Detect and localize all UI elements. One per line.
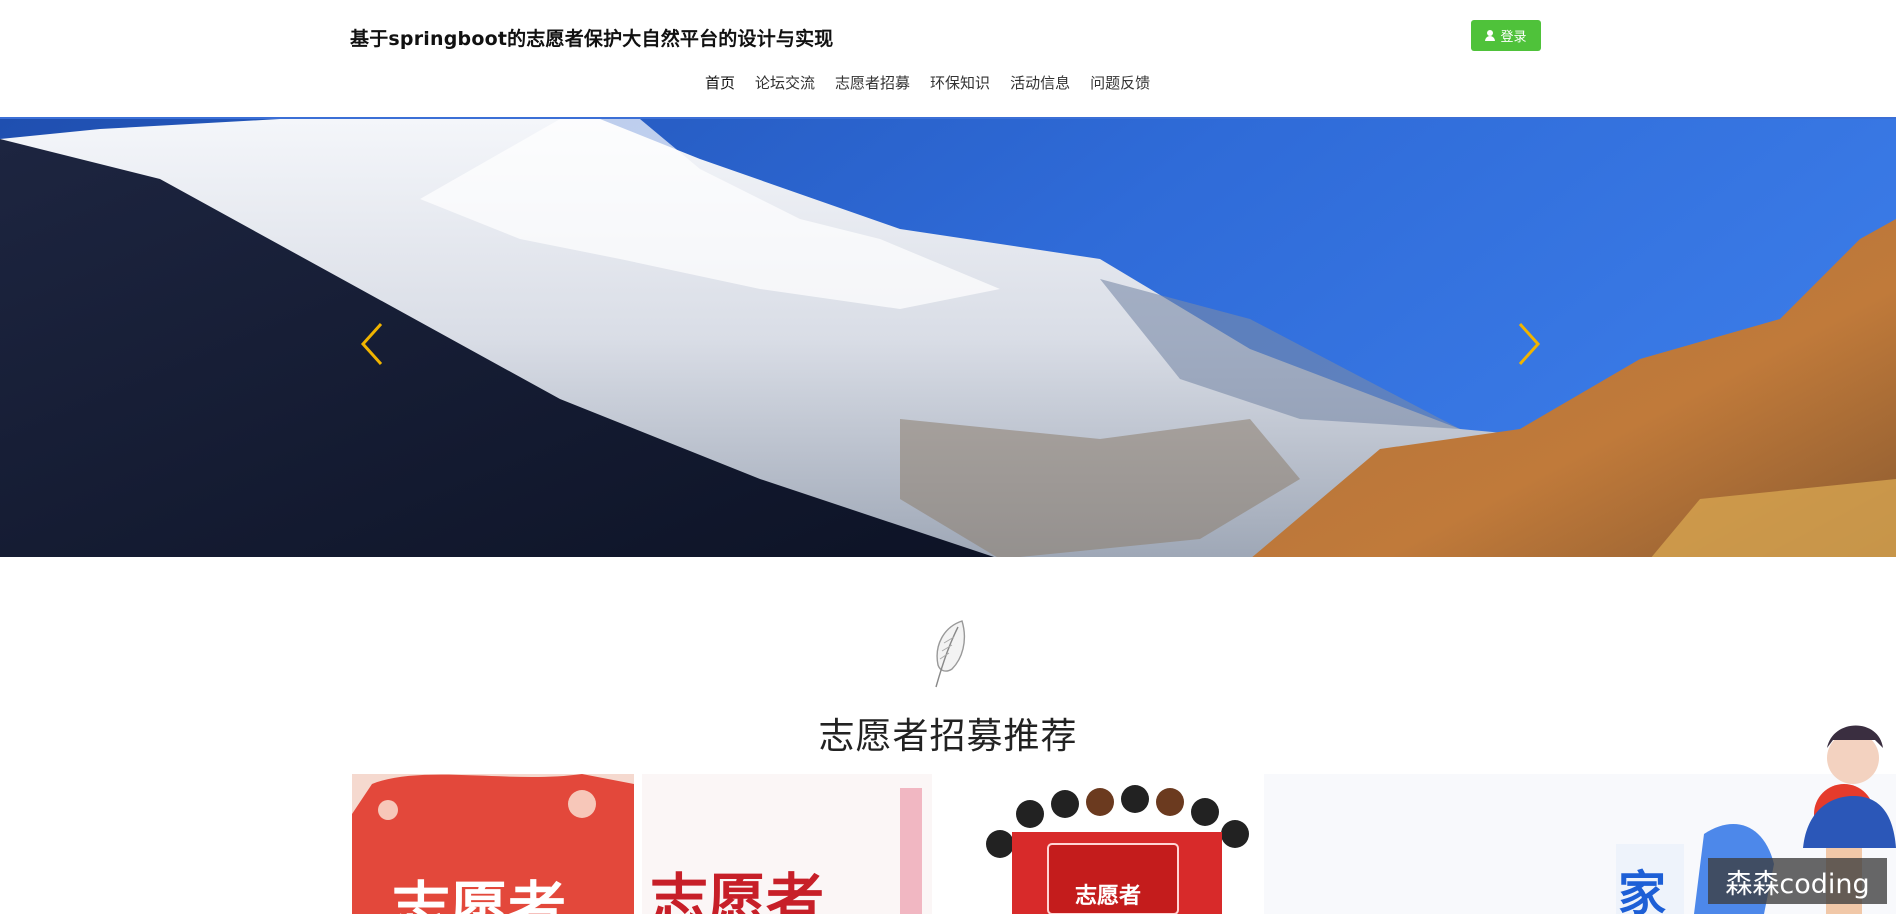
recommend-card[interactable]: 志愿者 — [642, 774, 932, 914]
card-text: 志愿者 — [650, 867, 825, 914]
card-text: 志愿者 — [1075, 883, 1142, 909]
recommend-card-list: 志愿者 志愿者 志愿者 家 — [352, 774, 1896, 914]
nav-item-activity-info[interactable]: 活动信息 — [1010, 70, 1070, 95]
chevron-right-icon[interactable] — [1506, 314, 1546, 374]
site-title: 基于springboot的志愿者保护大自然平台的设计与实现 — [350, 28, 834, 50]
banner-carousel[interactable] — [0, 117, 1896, 557]
section-title: 志愿者招募推荐 — [818, 716, 1078, 757]
login-button[interactable]: 登录 — [1471, 20, 1541, 51]
feather-icon — [935, 620, 966, 688]
recommend-card[interactable]: 志愿者 — [352, 774, 634, 914]
top-header: 基于springboot的志愿者保护大自然平台的设计与实现 登录 首页 论坛交流… — [0, 0, 1896, 117]
nav-item-eco-knowledge[interactable]: 环保知识 — [930, 70, 990, 95]
nav-item-volunteer-recruit[interactable]: 志愿者招募 — [835, 70, 910, 95]
chevron-left-icon[interactable] — [355, 314, 395, 374]
card-text: 家 — [1618, 866, 1667, 914]
recommend-card[interactable]: 志愿者 — [960, 774, 1258, 914]
avatar — [1803, 725, 1896, 848]
banner-image — [0, 119, 1896, 557]
main-nav: 首页 论坛交流 志愿者招募 环保知识 活动信息 问题反馈 — [689, 70, 1150, 101]
nav-item-forum[interactable]: 论坛交流 — [755, 70, 815, 95]
user-icon — [1485, 30, 1496, 41]
login-label: 登录 — [1500, 30, 1527, 45]
card-text: 志愿者 — [392, 875, 567, 914]
watermark: 森森coding — [1708, 858, 1887, 904]
nav-item-feedback[interactable]: 问题反馈 — [1090, 70, 1150, 95]
nav-item-home[interactable]: 首页 — [689, 70, 751, 101]
